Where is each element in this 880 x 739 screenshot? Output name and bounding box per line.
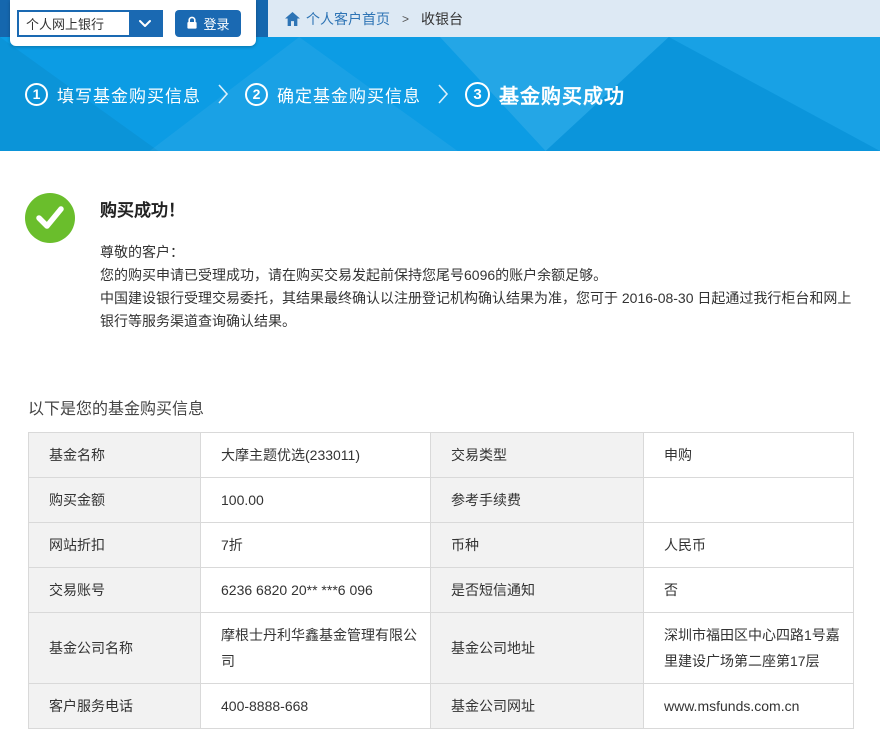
table-cell-value: 否 (644, 568, 854, 613)
table-row: 基金公司名称 摩根士丹利华鑫基金管理有限公司 基金公司地址 深圳市福田区中心四路… (29, 613, 854, 684)
table-cell-value: 大摩主题优选(233011) (201, 433, 431, 478)
table-row: 购买金额 100.00 参考手续费 (29, 478, 854, 523)
breadcrumb: 个人客户首页 > 收银台 (285, 9, 463, 29)
table-cell-label: 基金公司名称 (29, 613, 201, 684)
table-cell-value: www.msfunds.com.cn (644, 684, 854, 729)
step-1-label: 填写基金购买信息 (57, 82, 201, 107)
breadcrumb-home-label: 个人客户首页 (306, 9, 390, 29)
table-cell-label: 基金名称 (29, 433, 201, 478)
success-title: 购买成功！ (100, 196, 856, 221)
table-cell-label: 购买金额 (29, 478, 201, 523)
steps-banner: 1 填写基金购买信息 2 确定基金购买信息 3 基金购买成功 (0, 37, 880, 151)
step-2-label: 确定基金购买信息 (277, 82, 421, 107)
table-cell-value: 100.00 (201, 478, 431, 523)
login-button-label: 登录 (203, 14, 229, 33)
table-row: 交易账号 6236 6820 20** ***6 096 是否短信通知 否 (29, 568, 854, 613)
table-row: 网站折扣 7折 币种 人民币 (29, 523, 854, 568)
step-2-confirm-info: 2 确定基金购买信息 (245, 82, 421, 107)
table-row: 客户服务电话 400-8888-668 基金公司网址 www.msfunds.c… (29, 684, 854, 729)
login-button[interactable]: 登录 (175, 10, 241, 37)
success-line-1: 您的购买申请已受理成功，请在购买交易发起前保持您尾号6096的账户余额足够。 (100, 264, 856, 287)
chevron-right-icon (217, 83, 229, 105)
success-texts: 购买成功！ 尊敬的客户： 您的购买申请已受理成功，请在购买交易发起前保持您尾号6… (100, 193, 856, 333)
table-cell-label: 客户服务电话 (29, 684, 201, 729)
success-greeting: 尊敬的客户： (100, 241, 856, 264)
table-cell-value: 摩根士丹利华鑫基金管理有限公司 (201, 613, 431, 684)
table-cell-value: 深圳市福田区中心四路1号嘉里建设广场第二座第17层 (644, 613, 854, 684)
table-cell-value: 人民币 (644, 523, 854, 568)
success-section: 购买成功！ 尊敬的客户： 您的购买申请已受理成功，请在购买交易发起前保持您尾号6… (0, 151, 880, 333)
breadcrumb-home-link[interactable]: 个人客户首页 (285, 9, 390, 29)
step-3-success: 3 基金购买成功 (465, 80, 625, 109)
step-3-label: 基金购买成功 (499, 80, 625, 109)
step-1-fill-info: 1 填写基金购买信息 (25, 82, 201, 107)
table-cell-label: 是否短信通知 (431, 568, 644, 613)
table-cell-label: 交易类型 (431, 433, 644, 478)
table-cell-label: 参考手续费 (431, 478, 644, 523)
table-cell-value: 6236 6820 20** ***6 096 (201, 568, 431, 613)
wizard-steps: 1 填写基金购买信息 2 确定基金购买信息 3 基金购买成功 (25, 37, 625, 151)
step-1-number: 1 (25, 83, 48, 106)
breadcrumb-current: 收银台 (421, 9, 463, 29)
chevron-down-icon (129, 12, 161, 35)
purchase-info-table: 基金名称 大摩主题优选(233011) 交易类型 申购 购买金额 100.00 … (28, 432, 854, 729)
table-cell-label: 网站折扣 (29, 523, 201, 568)
table-cell-value: 400-8888-668 (201, 684, 431, 729)
step-2-number: 2 (245, 83, 268, 106)
channel-select-value: 个人网上银行 (19, 14, 129, 33)
table-cell-value (644, 478, 854, 523)
success-check-badge (25, 193, 75, 243)
table-cell-value: 7折 (201, 523, 431, 568)
chevron-right-icon (437, 83, 449, 105)
lock-icon (186, 16, 198, 30)
table-cell-label: 基金公司地址 (431, 613, 644, 684)
table-cell-label: 交易账号 (29, 568, 201, 613)
success-line-2: 中国建设银行受理交易委托，其结果最终确认以注册登记机构确认结果为准，您可于 20… (100, 287, 856, 333)
table-cell-value: 申购 (644, 433, 854, 478)
step-3-number: 3 (465, 82, 490, 107)
check-icon (35, 205, 65, 231)
login-panel: 个人网上银行 登录 (10, 0, 256, 46)
table-cell-label: 基金公司网址 (431, 684, 644, 729)
page: 个人客户首页 > 收银台 个人网上银行 登录 1 填写 (0, 0, 880, 739)
channel-select[interactable]: 个人网上银行 (17, 10, 163, 37)
home-icon (285, 12, 300, 26)
table-title: 以下是您的基金购买信息 (28, 395, 880, 419)
breadcrumb-separator: > (402, 12, 409, 26)
breadcrumb-bar: 个人客户首页 > 收银台 (268, 0, 880, 37)
table-row: 基金名称 大摩主题优选(233011) 交易类型 申购 (29, 433, 854, 478)
table-cell-label: 币种 (431, 523, 644, 568)
